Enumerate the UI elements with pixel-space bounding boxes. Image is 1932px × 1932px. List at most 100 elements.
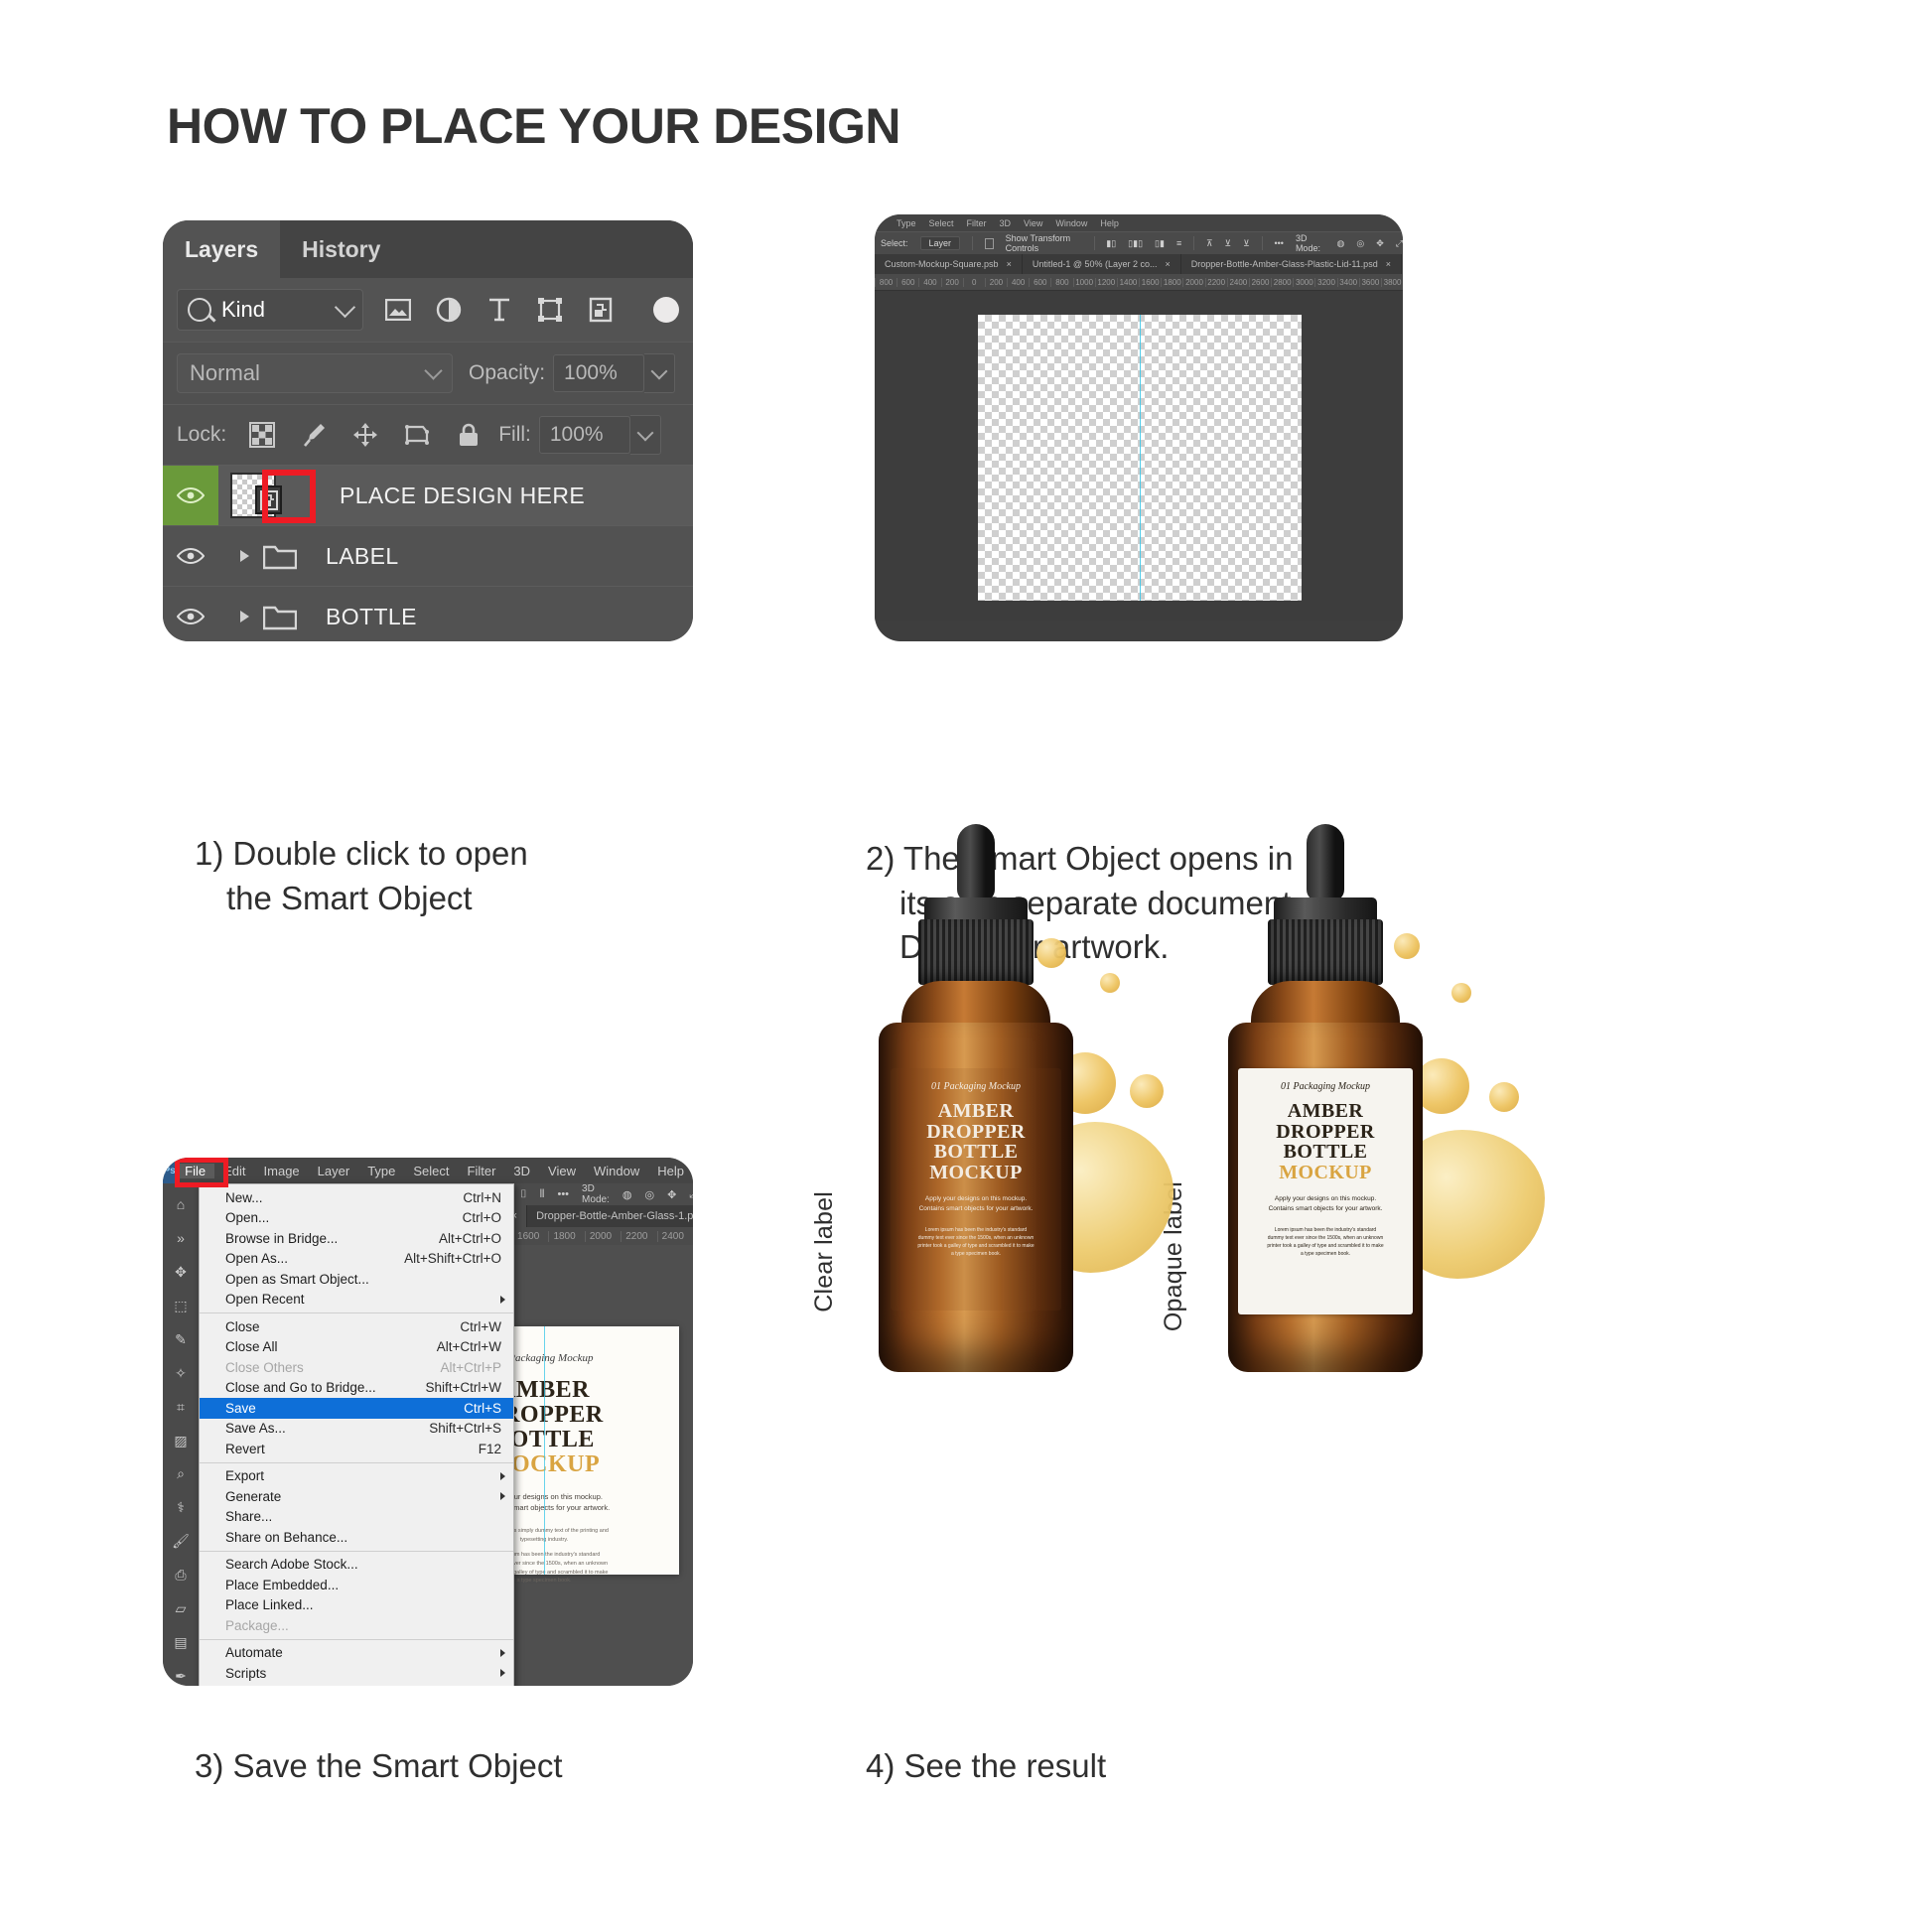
- table-row[interactable]: BOTTLE: [163, 586, 693, 641]
- table-row[interactable]: LABEL: [163, 525, 693, 586]
- menu-item-view[interactable]: View: [1024, 218, 1042, 228]
- menu-item-filter[interactable]: Filter: [459, 1164, 505, 1178]
- align-left-icon[interactable]: ▮▯: [1106, 238, 1116, 249]
- align-right-icon[interactable]: ▯▮: [1155, 238, 1165, 249]
- expand-panel-icon[interactable]: »: [171, 1229, 191, 1248]
- menu-item-share[interactable]: Share...: [200, 1507, 513, 1528]
- close-icon[interactable]: ×: [1166, 259, 1171, 269]
- 3d-roll-icon[interactable]: ◎: [1356, 238, 1364, 249]
- menu-item-generate[interactable]: Generate: [200, 1486, 513, 1507]
- opacity-stepper[interactable]: [644, 353, 676, 393]
- lock-all-icon[interactable]: [455, 421, 483, 449]
- document-canvas[interactable]: [875, 291, 1403, 621]
- menu-item-export[interactable]: Export: [200, 1466, 513, 1487]
- layer-group-toggle[interactable]: [218, 543, 326, 570]
- lock-image-pixels-icon[interactable]: [300, 421, 328, 449]
- menu-item-window[interactable]: Window: [1055, 218, 1087, 228]
- 3d-zoom-icon[interactable]: ⤢: [689, 1188, 693, 1201]
- 3d-slide-icon[interactable]: ⤢: [1396, 238, 1403, 249]
- close-icon[interactable]: ×: [1007, 259, 1012, 269]
- shape-filter-icon[interactable]: [535, 295, 565, 325]
- layer-group-toggle[interactable]: [218, 604, 326, 630]
- quick-selection-tool-icon[interactable]: ✧: [171, 1364, 191, 1383]
- align-top-icon[interactable]: ⊼: [1206, 238, 1213, 249]
- 3d-pan-icon[interactable]: ✥: [1376, 238, 1384, 249]
- image-filter-icon[interactable]: [383, 295, 413, 325]
- type-filter-icon[interactable]: [484, 295, 514, 325]
- 3d-orbit-icon[interactable]: ◍: [1337, 238, 1345, 249]
- menu-item-filter[interactable]: Filter: [967, 218, 987, 228]
- fill-value[interactable]: 100%: [538, 416, 630, 454]
- align-center-icon[interactable]: ▯▮▯: [1128, 238, 1143, 249]
- chevron-right-icon[interactable]: [240, 550, 249, 562]
- doc-tab-custom-mockup[interactable]: Custom-Mockup-Square.psb ×: [875, 254, 1023, 274]
- more-options-icon[interactable]: •••: [557, 1188, 569, 1200]
- adjustment-filter-icon[interactable]: [434, 295, 464, 325]
- menu-item-view[interactable]: View: [539, 1164, 585, 1178]
- 3d-pan-icon[interactable]: ✥: [667, 1188, 676, 1201]
- more-options-icon[interactable]: •••: [1274, 238, 1283, 248]
- menu-item-open-as[interactable]: Open As... Alt+Shift+Ctrl+O: [200, 1249, 513, 1270]
- eraser-tool-icon[interactable]: ▱: [171, 1599, 191, 1618]
- menu-item-window[interactable]: Window: [585, 1164, 648, 1178]
- tab-layers[interactable]: Layers: [163, 220, 281, 278]
- menu-item-type[interactable]: Type: [358, 1164, 404, 1178]
- select-target-dropdown[interactable]: Layer: [919, 236, 961, 250]
- marquee-tool-icon[interactable]: ⬚: [171, 1297, 191, 1315]
- layer-visibility-toggle[interactable]: [163, 587, 218, 641]
- chevron-right-icon[interactable]: [240, 611, 249, 622]
- clone-stamp-tool-icon[interactable]: ⎙: [171, 1566, 191, 1585]
- menu-item-open-recent[interactable]: Open Recent: [200, 1290, 513, 1311]
- smart-object-filter-icon[interactable]: [586, 295, 616, 325]
- pen-tool-icon[interactable]: ✒: [171, 1667, 191, 1686]
- blend-mode-select[interactable]: Normal: [177, 353, 453, 393]
- filter-toggle-switch[interactable]: [653, 297, 679, 323]
- menu-item-close-and-go-to-bridge[interactable]: Close and Go to Bridge... Shift+Ctrl+W: [200, 1378, 513, 1399]
- menu-item-help[interactable]: Help: [648, 1164, 693, 1178]
- menu-item-select[interactable]: Select: [929, 218, 954, 228]
- kind-filter-select[interactable]: Kind: [177, 289, 363, 331]
- menu-item-open[interactable]: Open... Ctrl+O: [200, 1208, 513, 1229]
- distribute-icon[interactable]: ≡: [1176, 238, 1181, 248]
- doc-tab-dropper-bottle[interactable]: Dropper-Bottle-Amber-Glass-Plastic-Lid-1…: [1181, 254, 1402, 274]
- menu-item-3d[interactable]: 3D: [1000, 218, 1012, 228]
- lock-transparent-pixels-icon[interactable]: [248, 421, 276, 449]
- menu-item-open-as-smart-object[interactable]: Open as Smart Object...: [200, 1269, 513, 1290]
- healing-brush-tool-icon[interactable]: ⚕: [171, 1498, 191, 1517]
- menu-item-layer[interactable]: Layer: [309, 1164, 359, 1178]
- menu-item-help[interactable]: Help: [1100, 218, 1119, 228]
- show-transform-controls-checkbox[interactable]: [984, 237, 994, 249]
- align-middle-icon[interactable]: ⊻: [1225, 238, 1232, 249]
- layer-visibility-toggle[interactable]: [163, 466, 218, 525]
- move-tool-icon[interactable]: ✥: [171, 1263, 191, 1282]
- distribute-vertical-icon[interactable]: ⦀: [540, 1188, 545, 1201]
- menu-item-browse-in-bridge[interactable]: Browse in Bridge... Alt+Ctrl+O: [200, 1228, 513, 1249]
- menu-item-save-as[interactable]: Save As... Shift+Ctrl+S: [200, 1419, 513, 1440]
- menu-item-close-all[interactable]: Close All Alt+Ctrl+W: [200, 1337, 513, 1358]
- menu-item-3d[interactable]: 3D: [504, 1164, 539, 1178]
- menu-item-place-embedded[interactable]: Place Embedded...: [200, 1575, 513, 1595]
- lasso-tool-icon[interactable]: ✎: [171, 1330, 191, 1349]
- menu-item-type[interactable]: Type: [897, 218, 916, 228]
- home-icon[interactable]: ⌂: [171, 1195, 191, 1214]
- menu-item-place-linked[interactable]: Place Linked...: [200, 1595, 513, 1616]
- menu-item-scripts[interactable]: Scripts: [200, 1663, 513, 1684]
- crop-tool-icon[interactable]: ⌗: [171, 1398, 191, 1417]
- menu-item-save[interactable]: Save Ctrl+S: [200, 1398, 513, 1419]
- 3d-orbit-icon[interactable]: ◍: [622, 1188, 632, 1201]
- transparent-artboard[interactable]: [978, 315, 1302, 601]
- opacity-value[interactable]: 100%: [553, 354, 645, 392]
- doc-tab-dropper-bottle[interactable]: Dropper-Bottle-Amber-Glass-1.psd: [527, 1205, 693, 1227]
- layer-visibility-toggle[interactable]: [163, 526, 218, 586]
- table-row[interactable]: PLACE DESIGN HERE: [163, 465, 693, 525]
- menu-item-search-adobe-stock[interactable]: Search Adobe Stock...: [200, 1555, 513, 1576]
- align-bottom-icon[interactable]: ⌷: [520, 1188, 527, 1201]
- lock-artboard-nesting-icon[interactable]: [403, 421, 431, 449]
- menu-item-revert[interactable]: Revert F12: [200, 1439, 513, 1459]
- gradient-tool-icon[interactable]: ▤: [171, 1633, 191, 1652]
- fill-stepper[interactable]: [629, 415, 661, 455]
- menu-item-share-on-behance[interactable]: Share on Behance...: [200, 1527, 513, 1548]
- align-bottom-icon[interactable]: ⊻: [1243, 238, 1250, 249]
- brush-tool-icon[interactable]: 🖌: [171, 1532, 191, 1551]
- close-icon[interactable]: ×: [1386, 259, 1391, 269]
